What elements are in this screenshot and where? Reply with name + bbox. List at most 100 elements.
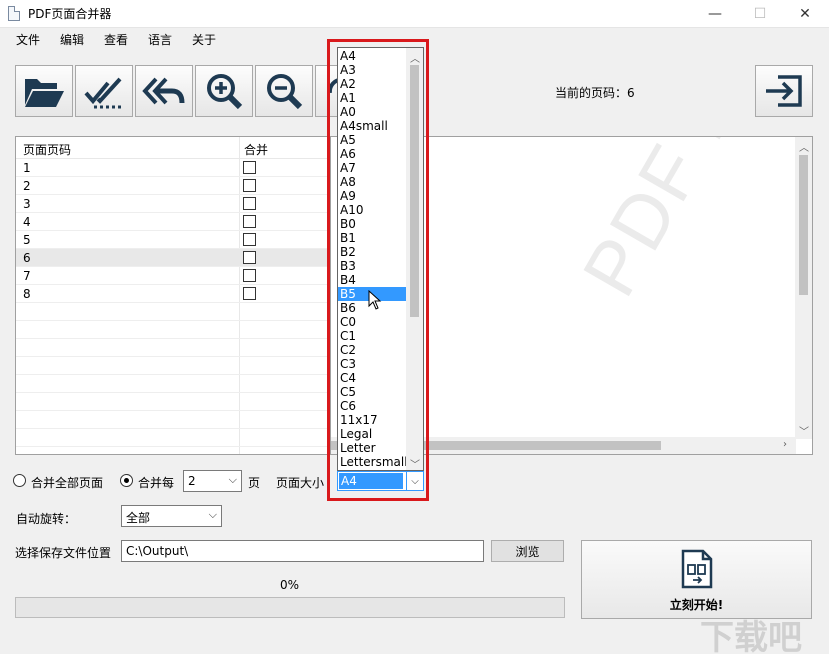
scroll-down-icon[interactable]: ﹀ bbox=[410, 456, 420, 471]
current-page-label: 当前的页码：6 bbox=[555, 86, 635, 100]
page-size-select[interactable]: A4 ⌵ bbox=[337, 471, 424, 491]
dropdown-option[interactable]: A2 bbox=[338, 77, 406, 91]
dropdown-option[interactable]: Lettersmall bbox=[338, 455, 406, 469]
dropdown-option[interactable]: B3 bbox=[338, 259, 406, 273]
check-all-button[interactable] bbox=[75, 65, 133, 117]
dropdown-option[interactable]: A7 bbox=[338, 161, 406, 175]
dropdown-option[interactable]: 11x17 bbox=[338, 413, 406, 427]
exit-button[interactable] bbox=[755, 65, 813, 117]
dropdown-option[interactable]: A10 bbox=[338, 203, 406, 217]
merge-checkbox[interactable] bbox=[243, 269, 256, 282]
dropdown-option[interactable]: C5 bbox=[338, 385, 406, 399]
dropdown-option[interactable]: C2 bbox=[338, 343, 406, 357]
menu-about[interactable]: 关于 bbox=[192, 31, 216, 48]
dropdown-option[interactable]: Legal bbox=[338, 427, 406, 441]
dropdown-option[interactable]: A5 bbox=[338, 133, 406, 147]
merge-checkbox[interactable] bbox=[243, 179, 256, 192]
chevron-down-icon[interactable]: ⌵ bbox=[406, 472, 423, 490]
merge-checkbox[interactable] bbox=[243, 251, 256, 264]
dropdown-option[interactable]: A4 bbox=[338, 49, 406, 63]
dropdown-option[interactable]: A8 bbox=[338, 175, 406, 189]
merge-checkbox[interactable] bbox=[243, 197, 256, 210]
save-path-input[interactable]: C:\Output\ bbox=[121, 540, 484, 562]
dropdown-option[interactable]: Letter bbox=[338, 441, 406, 455]
page-size-label: 页面大小 bbox=[276, 476, 325, 490]
auto-rotate-value: 全部 bbox=[126, 511, 151, 525]
page-unit-label: 页 bbox=[248, 476, 261, 490]
dropdown-option[interactable]: B2 bbox=[338, 245, 406, 259]
check-all-icon bbox=[84, 77, 122, 109]
dropdown-option[interactable]: A9 bbox=[338, 189, 406, 203]
dropdown-option[interactable]: A3 bbox=[338, 63, 406, 77]
page-number: 8 bbox=[23, 287, 31, 301]
page-list[interactable]: 页面页码 合并 1 2 3 4 5 6 7 8 bbox=[15, 136, 331, 455]
menu-language[interactable]: 语言 bbox=[148, 31, 172, 48]
dropdown-option[interactable]: B4 bbox=[338, 273, 406, 287]
dropdown-option[interactable]: A0 bbox=[338, 105, 406, 119]
save-path-value: C:\Output\ bbox=[126, 544, 189, 558]
page-number: 1 bbox=[23, 161, 31, 175]
dropdown-scrollbar[interactable]: ︿ ﹀ bbox=[406, 48, 423, 471]
progress-text: 0% bbox=[280, 578, 300, 592]
merge-document-icon bbox=[681, 549, 713, 589]
preview-watermark: PDF EDIT bbox=[566, 137, 812, 310]
table-row[interactable]: 2 bbox=[16, 177, 330, 195]
maximize-button[interactable]: ☐ bbox=[737, 0, 783, 28]
minimize-button[interactable]: — bbox=[692, 0, 738, 28]
page-size-dropdown[interactable]: A4 A3 A2 A1 A0 A4small A5 A6 A7 A8 A9 A10 B0 B1 B2 B3 B4… bbox=[337, 47, 424, 471]
dropdown-option[interactable]: C4 bbox=[338, 371, 406, 385]
zoom-in-button[interactable] bbox=[195, 65, 253, 117]
progress-bar bbox=[15, 597, 565, 618]
scroll-up-icon[interactable]: ︿ bbox=[799, 139, 809, 154]
menu-view[interactable]: 查看 bbox=[104, 31, 128, 48]
merge-checkbox[interactable] bbox=[243, 233, 256, 246]
merge-all-radio[interactable] bbox=[13, 474, 26, 487]
header-merge[interactable]: 合并 bbox=[244, 141, 268, 158]
table-row[interactable]: 5 bbox=[16, 231, 330, 249]
dropdown-option[interactable]: C1 bbox=[338, 329, 406, 343]
auto-rotate-select[interactable]: 全部 ⌵ bbox=[121, 505, 222, 527]
dropdown-option[interactable]: C6 bbox=[338, 399, 406, 413]
merge-every-radio[interactable] bbox=[120, 474, 133, 487]
page-number: 3 bbox=[23, 197, 31, 211]
scroll-right-icon[interactable]: › bbox=[783, 439, 787, 450]
undo-all-button[interactable] bbox=[135, 65, 193, 117]
dropdown-option[interactable]: B1 bbox=[338, 231, 406, 245]
start-button[interactable]: 立刻开始! bbox=[581, 540, 812, 619]
window-title: PDF页面合并器 bbox=[28, 7, 112, 21]
table-row[interactable]: 8 bbox=[16, 285, 330, 303]
scroll-up-icon[interactable]: ︿ bbox=[410, 50, 420, 65]
close-button[interactable]: ✕ bbox=[782, 0, 828, 28]
table-row[interactable]: 4 bbox=[16, 213, 330, 231]
preview-vertical-scrollbar[interactable]: ︿ ﹀ bbox=[795, 137, 812, 439]
browse-button[interactable]: 浏览 bbox=[491, 540, 564, 562]
table-row[interactable]: 7 bbox=[16, 267, 330, 285]
page-number: 2 bbox=[23, 179, 31, 193]
open-button[interactable] bbox=[15, 65, 73, 117]
dropdown-option[interactable]: C0 bbox=[338, 315, 406, 329]
merge-checkbox[interactable] bbox=[243, 161, 256, 174]
dropdown-option[interactable]: A4small bbox=[338, 119, 406, 133]
menu-file[interactable]: 文件 bbox=[16, 31, 40, 48]
scroll-thumb[interactable] bbox=[799, 155, 808, 295]
merge-checkbox[interactable] bbox=[243, 287, 256, 300]
chevron-down-icon: ⌵ bbox=[208, 508, 217, 521]
table-row[interactable]: 1 bbox=[16, 159, 330, 177]
table-row[interactable]: 3 bbox=[16, 195, 330, 213]
header-page-number[interactable]: 页面页码 bbox=[23, 141, 71, 158]
table-row-empty bbox=[16, 357, 330, 375]
dropdown-option[interactable]: A1 bbox=[338, 91, 406, 105]
page-number: 4 bbox=[23, 215, 31, 229]
scroll-thumb[interactable] bbox=[410, 65, 419, 317]
merge-checkbox[interactable] bbox=[243, 215, 256, 228]
table-row-selected[interactable]: 6 bbox=[16, 249, 330, 267]
zoom-out-button[interactable] bbox=[255, 65, 313, 117]
menu-edit[interactable]: 编辑 bbox=[60, 31, 84, 48]
dropdown-option[interactable]: B0 bbox=[338, 217, 406, 231]
dropdown-option[interactable]: A6 bbox=[338, 147, 406, 161]
merge-every-select[interactable]: 2 ⌵ bbox=[183, 470, 242, 492]
table-row-empty bbox=[16, 375, 330, 393]
scroll-down-icon[interactable]: ﹀ bbox=[799, 423, 809, 438]
table-row-empty bbox=[16, 393, 330, 411]
dropdown-option[interactable]: C3 bbox=[338, 357, 406, 371]
